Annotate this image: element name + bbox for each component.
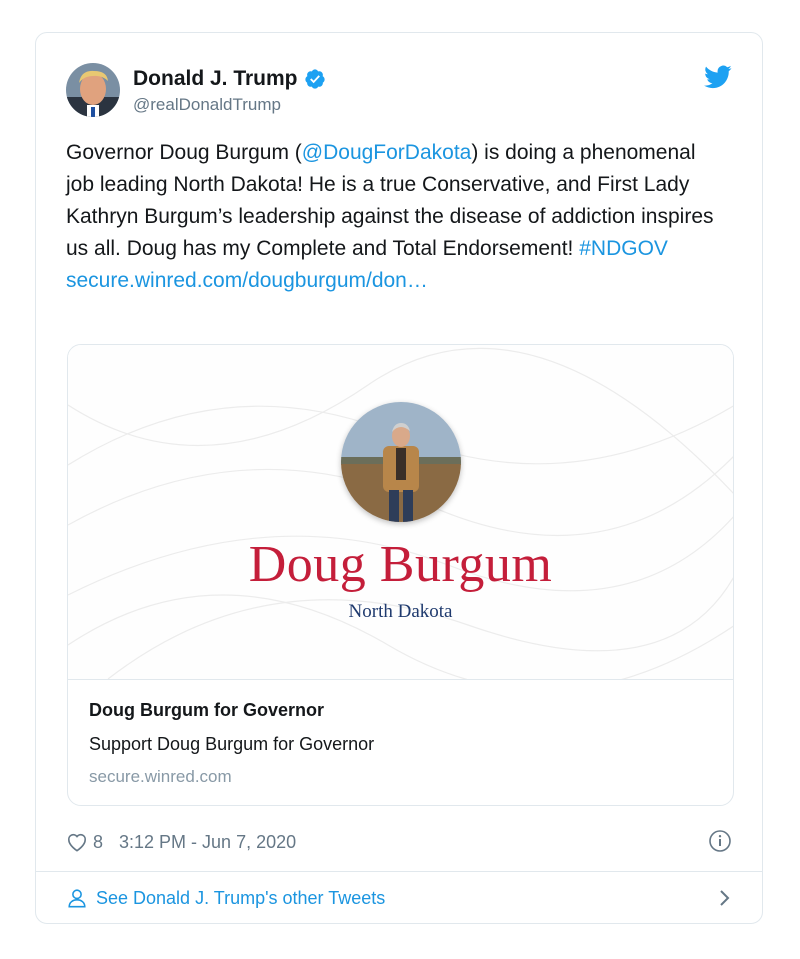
card-title[interactable]: Doug Burgum for Governor <box>89 700 324 721</box>
author-avatar[interactable] <box>66 63 120 117</box>
hashtag-link[interactable]: #NDGOV <box>579 237 668 260</box>
author-handle[interactable]: @realDonaldTrump <box>133 95 326 115</box>
mention-link[interactable]: @DougForDakota <box>302 141 472 164</box>
see-other-tweets-link[interactable]: See Donald J. Trump's other Tweets <box>66 881 732 915</box>
like-count[interactable]: 8 <box>93 832 103 853</box>
info-icon[interactable] <box>708 829 732 853</box>
embedded-tweet-card: Donald J. Trump @realDonaldTrump Governo… <box>35 32 763 924</box>
tweet-text: Governor Doug Burgum (@DougForDakota) is… <box>66 137 726 297</box>
card-domain: secure.winred.com <box>89 767 232 786</box>
author-display-name[interactable]: Donald J. Trump <box>133 67 298 91</box>
tweet-text-prefix: Governor Doug Burgum ( <box>66 141 302 164</box>
tweet-header: Donald J. Trump @realDonaldTrump <box>66 63 732 119</box>
card-image[interactable]: Doug Burgum North Dakota <box>68 345 733 679</box>
chevron-right-icon[interactable] <box>718 888 732 908</box>
author-names: Donald J. Trump @realDonaldTrump <box>133 65 326 115</box>
tweet-meta: 8 3:12 PM - Jun 7, 2020 <box>66 829 732 855</box>
heart-icon[interactable] <box>66 832 88 852</box>
card-info[interactable]: Doug Burgum for Governor Support Doug Bu… <box>68 679 733 805</box>
campaign-image-name: Doug Burgum <box>248 536 553 593</box>
verified-badge-icon <box>304 69 325 89</box>
campaign-image-subtitle: North Dakota <box>348 601 453 622</box>
see-other-tweets-label[interactable]: See Donald J. Trump's other Tweets <box>96 888 385 909</box>
url-link[interactable]: secure.winred.com/dougburgum/don… <box>66 269 428 292</box>
person-icon <box>68 889 86 908</box>
card-description: Support Doug Burgum for Governor <box>89 734 375 754</box>
twitter-bird-icon[interactable] <box>704 65 732 89</box>
campaign-photo <box>341 402 461 522</box>
footer-divider <box>36 871 762 872</box>
tweet-timestamp[interactable]: 3:12 PM - Jun 7, 2020 <box>119 832 296 853</box>
link-preview-card[interactable]: Doug Burgum North Dakota Doug Burgum for… <box>67 344 734 806</box>
